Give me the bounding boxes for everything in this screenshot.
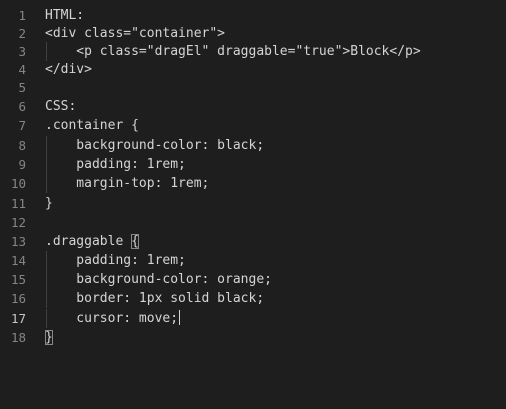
line-number: 1 <box>18 8 26 23</box>
code-line[interactable]: 9 padding: 1rem; <box>0 155 506 174</box>
code-line[interactable]: 5 <box>0 78 506 97</box>
code-text: .container { <box>45 118 139 133</box>
code-line[interactable]: 1 HTML: <box>0 6 506 25</box>
code-line[interactable]: 2 <div class="container"> <box>0 24 506 43</box>
line-number: 11 <box>10 196 26 211</box>
line-number: 14 <box>10 253 26 268</box>
code-text: background-color: orange; <box>45 272 272 287</box>
code-line[interactable]: 13 .draggable { <box>0 232 506 251</box>
line-number: 6 <box>18 99 26 114</box>
code-text: background-color: black; <box>45 138 265 153</box>
code-text: } <box>45 196 53 211</box>
line-number-active: 17 <box>10 311 26 326</box>
line-number: 5 <box>18 80 26 95</box>
line-number: 7 <box>18 118 26 133</box>
code-line[interactable]: 11 } <box>0 194 506 213</box>
line-number: 9 <box>18 157 26 172</box>
line-number: 4 <box>18 62 26 77</box>
code-line[interactable]: 10 margin-top: 1rem; <box>0 174 506 193</box>
code-line[interactable]: 12 <box>0 213 506 232</box>
line-number: 16 <box>10 291 26 306</box>
code-text: <p class="dragEl" draggable="true">Block… <box>45 44 421 59</box>
code-line[interactable]: 16 border: 1px solid black; <box>0 289 506 308</box>
code-text: <div class="container"> <box>45 26 226 41</box>
code-text: HTML: <box>45 8 85 23</box>
code-line[interactable]: 4 </div> <box>0 60 506 79</box>
code-line-active[interactable]: 17 cursor: move; <box>0 309 506 328</box>
code-text: padding: 1rem; <box>45 157 186 172</box>
line-number: 15 <box>10 272 26 287</box>
line-number: 10 <box>10 176 26 191</box>
code-line[interactable]: 15 background-color: orange; <box>0 270 506 289</box>
line-number: 3 <box>18 44 26 59</box>
line-number: 18 <box>10 330 26 345</box>
line-number: 2 <box>18 26 26 41</box>
code-text: cursor: move; <box>45 309 181 328</box>
code-text: border: 1px solid black; <box>45 291 265 306</box>
code-line[interactable]: 7 .container { <box>0 116 506 135</box>
code-line[interactable]: 8 background-color: black; <box>0 136 506 155</box>
code-text: padding: 1rem; <box>45 253 186 268</box>
code-text: .draggable { <box>45 232 139 251</box>
code-line[interactable]: 3 <p class="dragEl" draggable="true">Blo… <box>0 42 506 61</box>
code-text: CSS: <box>45 99 77 114</box>
text-caret <box>179 310 181 325</box>
code-editor[interactable]: 1 HTML: 2 <div class="container"> 3 <p c… <box>0 0 506 409</box>
selector-text: .draggable <box>45 234 132 249</box>
line-number: 12 <box>10 215 26 230</box>
code-text: } <box>45 328 53 347</box>
code-line[interactable]: 6 CSS: <box>0 97 506 116</box>
line-number: 13 <box>10 234 26 249</box>
code-line[interactable]: 18 } <box>0 328 506 347</box>
code-text-active: cursor: move; <box>45 311 179 326</box>
code-text: margin-top: 1rem; <box>45 176 210 191</box>
matched-bracket-close: } <box>45 330 53 345</box>
line-number: 8 <box>18 138 26 153</box>
code-line[interactable]: 14 padding: 1rem; <box>0 251 506 270</box>
matched-bracket-open: { <box>131 234 139 249</box>
code-text: </div> <box>45 62 92 77</box>
